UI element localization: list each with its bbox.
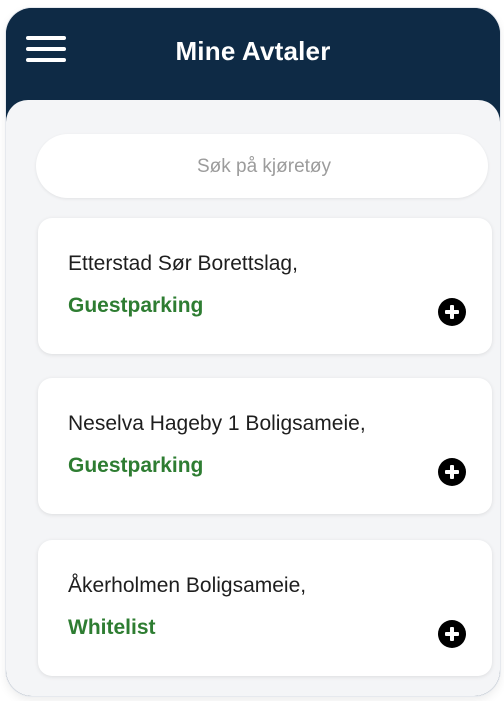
agreement-type: Whitelist [68, 616, 156, 639]
agreement-card[interactable]: Neselva Hageby 1 Boligsameie, Guestparki… [38, 378, 492, 514]
agreement-name: Åkerholmen Boligsameie, [68, 574, 307, 597]
agreement-type: Guestparking [68, 294, 204, 317]
search-input[interactable] [36, 134, 492, 200]
app-frame: Mine Avtaler Etterstad Sør Borettslag, G… [6, 8, 500, 696]
agreement-type: Guestparking [68, 454, 204, 477]
search-field[interactable] [36, 134, 492, 200]
agreement-name: Neselva Hageby 1 Boligsameie, [68, 412, 366, 435]
app-header: Mine Avtaler [6, 8, 500, 100]
agreement-card[interactable]: Åkerholmen Boligsameie, Whitelist [38, 540, 492, 676]
page-title: Mine Avtaler [175, 36, 331, 66]
plus-circle-icon[interactable] [438, 458, 466, 486]
agreement-card[interactable]: Etterstad Sør Borettslag, Guestparking [38, 218, 492, 354]
main-content: Etterstad Sør Borettslag, Guestparking N… [6, 100, 500, 696]
plus-circle-icon[interactable] [438, 298, 466, 326]
plus-circle-icon[interactable] [438, 620, 466, 648]
agreement-name: Etterstad Sør Borettslag, [68, 252, 298, 275]
